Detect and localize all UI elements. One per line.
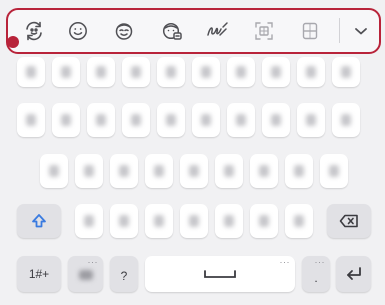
letter-key[interactable] <box>227 57 255 87</box>
shift-icon <box>17 204 61 238</box>
handwriting-icon <box>206 21 230 41</box>
letter-key[interactable] <box>110 204 138 238</box>
letter-key[interactable] <box>250 154 278 188</box>
letter-key[interactable] <box>180 204 208 238</box>
letter-key[interactable] <box>17 57 45 87</box>
letter-key[interactable] <box>75 204 103 238</box>
letter-key[interactable] <box>145 204 173 238</box>
letter-key[interactable] <box>52 57 80 87</box>
symbols-label: 1#+ <box>28 267 50 281</box>
letter-key[interactable] <box>192 57 220 87</box>
letter-key[interactable] <box>332 103 360 137</box>
letter-key[interactable] <box>297 103 325 137</box>
letter-key[interactable] <box>262 57 290 87</box>
expression-prediction-icon <box>23 20 45 42</box>
letter-key[interactable] <box>262 103 290 137</box>
chevron-down-icon <box>354 26 368 36</box>
letter-key[interactable] <box>180 154 208 188</box>
letter-key[interactable] <box>87 103 115 137</box>
gif-icon <box>161 20 183 42</box>
question-key[interactable]: ? <box>110 256 138 292</box>
letter-key[interactable] <box>192 103 220 137</box>
emoji-button[interactable] <box>58 10 98 51</box>
letter-key[interactable] <box>110 154 138 188</box>
letter-key[interactable] <box>122 103 150 137</box>
letter-key[interactable] <box>332 57 360 87</box>
sticker-button[interactable] <box>104 10 144 51</box>
enter-key[interactable] <box>336 256 371 292</box>
clipboard-button[interactable] <box>290 10 330 51</box>
letter-key[interactable] <box>75 154 103 188</box>
letter-key[interactable] <box>122 57 150 87</box>
letter-key[interactable] <box>17 103 45 137</box>
letter-key[interactable] <box>215 154 243 188</box>
clipboard-icon <box>301 21 319 41</box>
letter-key[interactable] <box>52 103 80 137</box>
handwriting-button[interactable] <box>198 10 238 51</box>
space-icon <box>145 256 295 292</box>
sticker-icon <box>113 20 135 42</box>
letter-key[interactable] <box>40 154 68 188</box>
gif-button[interactable] <box>152 10 192 51</box>
emoji-icon <box>68 21 88 41</box>
enter-icon <box>336 256 371 292</box>
collapse-toolbar-button[interactable] <box>341 10 381 51</box>
question-label: ? <box>120 269 128 283</box>
period-key[interactable]: ··· . <box>302 256 330 292</box>
letter-key[interactable] <box>157 57 185 87</box>
letter-key[interactable] <box>285 154 313 188</box>
toolbar-divider <box>339 18 340 43</box>
letter-key[interactable] <box>87 57 115 87</box>
space-key[interactable]: ··· <box>145 256 295 292</box>
backspace-key[interactable] <box>327 204 371 238</box>
letter-key[interactable] <box>285 204 313 238</box>
letter-key[interactable] <box>297 57 325 87</box>
letter-key[interactable] <box>227 103 255 137</box>
screenshot-icon <box>254 21 274 41</box>
letter-key[interactable] <box>320 154 348 188</box>
letter-key[interactable] <box>215 204 243 238</box>
more-indicator: ··· <box>87 257 98 267</box>
period-label: . <box>314 271 318 285</box>
keyboard: 1#+ ··· ? ··· ··· . <box>0 0 385 305</box>
letter-key[interactable] <box>145 154 173 188</box>
letter-key[interactable] <box>157 103 185 137</box>
screenshot-button[interactable] <box>244 10 284 51</box>
expression-prediction-button[interactable] <box>14 10 54 51</box>
shift-key[interactable] <box>17 204 61 238</box>
keyboard-toolbar <box>6 8 381 54</box>
backspace-icon <box>327 204 371 238</box>
letter-key[interactable] <box>250 204 278 238</box>
symbols-key[interactable]: 1#+ <box>17 256 61 292</box>
emoji-key[interactable]: ··· <box>68 256 103 292</box>
